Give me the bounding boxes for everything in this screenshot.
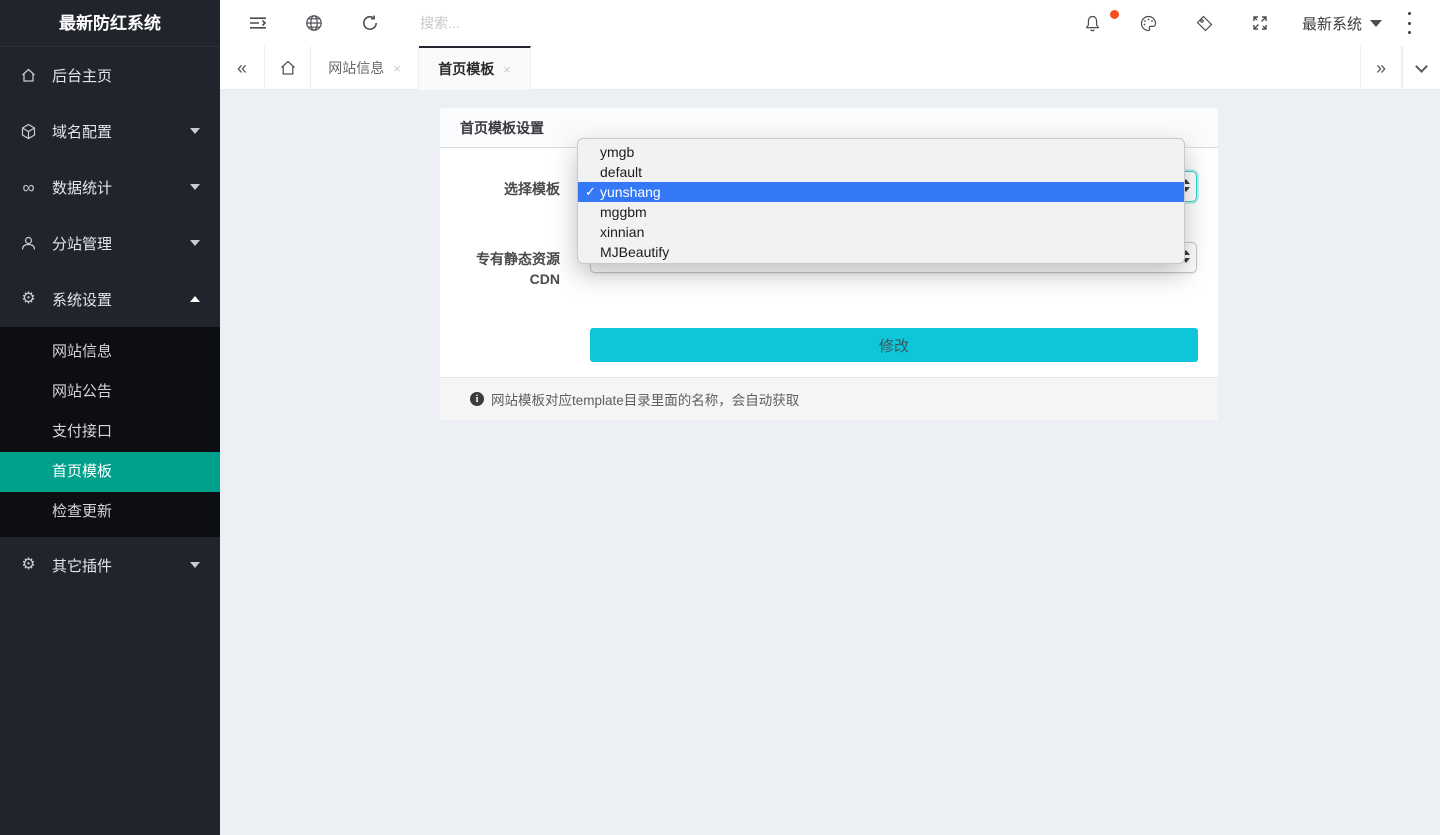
chevron-down-icon bbox=[190, 240, 200, 246]
tab-label: 网站信息 bbox=[328, 58, 384, 78]
notification-bell-icon[interactable] bbox=[1082, 13, 1102, 33]
info-icon: i bbox=[470, 392, 484, 406]
caret-down-icon bbox=[1370, 20, 1382, 27]
gear-icon: ⚙ bbox=[20, 557, 37, 574]
chevron-down-icon bbox=[190, 128, 200, 134]
palette-icon[interactable] bbox=[1138, 13, 1158, 33]
sidebar-item-label: 域名配置 bbox=[52, 121, 112, 142]
double-chevron-left-icon: « bbox=[237, 58, 247, 79]
sidebar-item-label: 数据统计 bbox=[52, 177, 112, 198]
sidebar: 最新防红系统 后台主页 域名配置 ∞ 数据统计 分站管理 bbox=[0, 0, 220, 835]
tabs-scroll-right-button[interactable]: » bbox=[1360, 46, 1402, 90]
footer-note-text: 网站模板对应template目录里面的名称，会自动获取 bbox=[491, 389, 799, 409]
tabbar: « 网站信息 × 首页模板 × » bbox=[220, 46, 1440, 90]
double-chevron-right-icon: » bbox=[1376, 58, 1386, 79]
sidebar-item-substation[interactable]: 分站管理 bbox=[0, 215, 220, 271]
chevron-down-icon bbox=[190, 184, 200, 190]
tabs-scroll-left-button[interactable]: « bbox=[220, 46, 265, 90]
submenu-item-site-notice[interactable]: 网站公告 bbox=[0, 372, 220, 412]
sidebar-item-label: 后台主页 bbox=[52, 65, 112, 86]
tab-home[interactable] bbox=[265, 46, 311, 90]
cdn-select-label: 专有静态资源 CDN bbox=[440, 249, 560, 289]
option-xinnian[interactable]: xinnian bbox=[578, 222, 1184, 242]
refresh-icon[interactable] bbox=[360, 13, 380, 33]
sidebar-item-other-plugins[interactable]: ⚙ 其它插件 bbox=[0, 537, 220, 593]
tag-icon[interactable] bbox=[1194, 13, 1214, 33]
sidebar-item-system-settings[interactable]: ⚙ 系统设置 bbox=[0, 271, 220, 327]
chevron-up-icon bbox=[190, 296, 200, 302]
search-input[interactable] bbox=[420, 8, 690, 38]
modify-button[interactable]: 修改 bbox=[590, 328, 1198, 362]
close-icon[interactable]: × bbox=[503, 62, 511, 77]
home-icon bbox=[20, 67, 37, 84]
fullscreen-icon[interactable] bbox=[1250, 13, 1270, 33]
template-select-label: 选择模板 bbox=[440, 179, 560, 199]
chevron-down-icon bbox=[1415, 60, 1428, 73]
submenu-item-payment-api[interactable]: 支付接口 bbox=[0, 412, 220, 452]
globe-icon[interactable] bbox=[304, 13, 324, 33]
tab-home-template[interactable]: 首页模板 × bbox=[419, 46, 531, 90]
chevron-down-icon bbox=[190, 562, 200, 568]
sidebar-item-domain-config[interactable]: 域名配置 bbox=[0, 103, 220, 159]
option-ymgb[interactable]: ymgb bbox=[578, 142, 1184, 162]
tab-site-info[interactable]: 网站信息 × bbox=[311, 46, 419, 90]
infinity-icon: ∞ bbox=[20, 179, 37, 196]
topbar: 最新系统 bbox=[220, 0, 1440, 46]
system-user-menu[interactable]: 最新系统 bbox=[1302, 0, 1382, 46]
card-footer-note: i 网站模板对应template目录里面的名称，会自动获取 bbox=[440, 377, 1218, 420]
tab-label: 首页模板 bbox=[438, 59, 494, 79]
sidebar-item-label: 其它插件 bbox=[52, 555, 112, 576]
sidebar-item-label: 系统设置 bbox=[52, 289, 112, 310]
system-name: 最新系统 bbox=[1302, 13, 1362, 34]
system-settings-submenu: 网站信息 网站公告 支付接口 首页模板 检查更新 bbox=[0, 327, 220, 537]
app-title: 最新防红系统 bbox=[0, 0, 220, 47]
notification-dot bbox=[1110, 10, 1119, 19]
gear-icon: ⚙ bbox=[20, 291, 37, 308]
user-icon bbox=[20, 235, 37, 252]
close-icon[interactable]: × bbox=[393, 61, 401, 76]
cube-icon bbox=[20, 123, 37, 140]
submenu-item-site-info[interactable]: 网站信息 bbox=[0, 332, 220, 372]
sidebar-item-label: 分站管理 bbox=[52, 233, 112, 254]
app-root: 最新防红系统 后台主页 域名配置 ∞ 数据统计 分站管理 bbox=[0, 0, 1440, 835]
option-yunshang[interactable]: ✓ yunshang bbox=[578, 182, 1184, 202]
submenu-item-home-template[interactable]: 首页模板 bbox=[0, 452, 220, 492]
checkmark-icon: ✓ bbox=[585, 182, 596, 202]
home-icon bbox=[279, 59, 297, 77]
submenu-item-check-update[interactable]: 检查更新 bbox=[0, 492, 220, 532]
option-mggbm[interactable]: mggbm bbox=[578, 202, 1184, 222]
tabs-menu-button[interactable] bbox=[1402, 46, 1440, 90]
collapse-menu-icon[interactable] bbox=[248, 13, 268, 33]
option-mjbeautify[interactable]: MJBeautify bbox=[578, 242, 1184, 262]
option-default[interactable]: default bbox=[578, 162, 1184, 182]
sidebar-item-data-stats[interactable]: ∞ 数据统计 bbox=[0, 159, 220, 215]
sidebar-item-dashboard[interactable]: 后台主页 bbox=[0, 47, 220, 103]
template-options-dropdown: ymgb default ✓ yunshang mggbm xinnian MJ… bbox=[577, 138, 1185, 264]
more-menu-icon[interactable] bbox=[1408, 12, 1412, 34]
